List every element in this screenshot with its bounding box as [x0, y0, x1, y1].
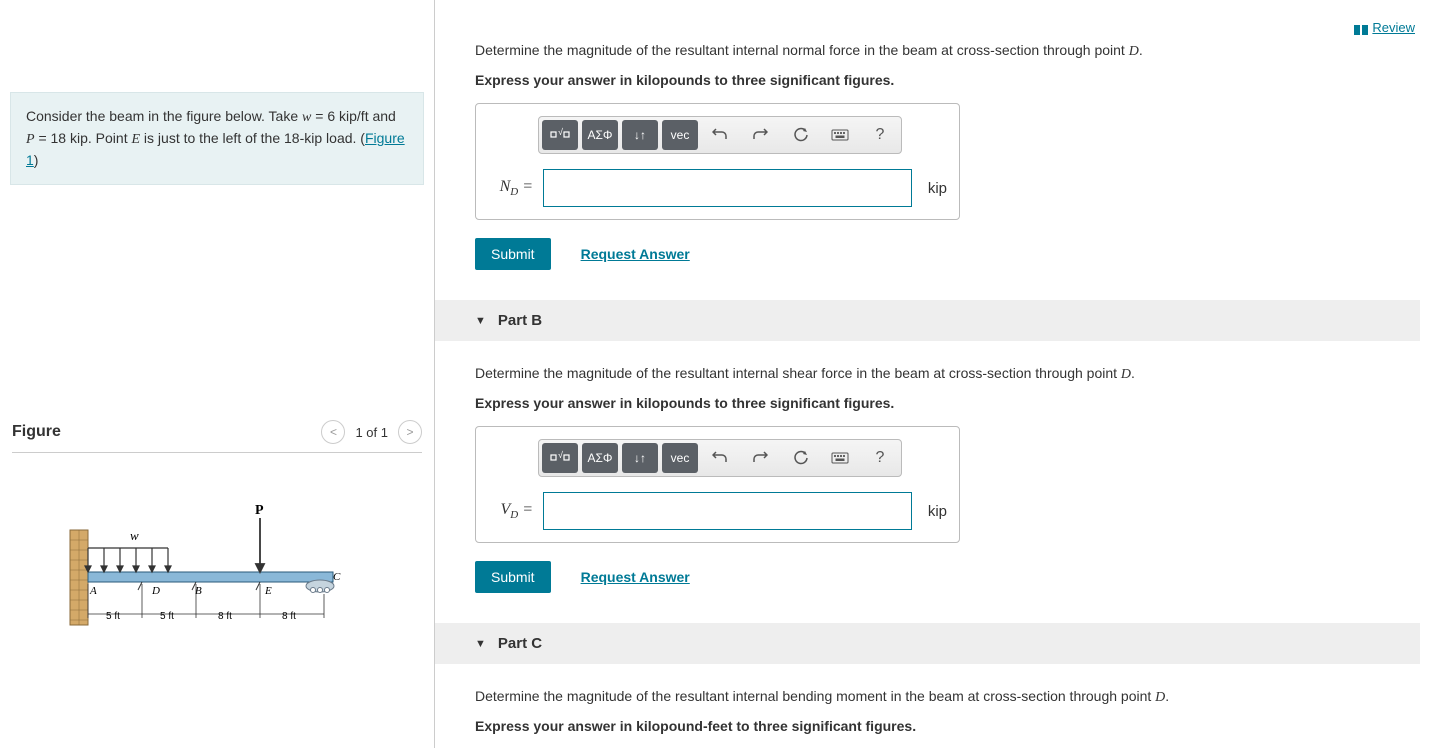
part-b-answer-box: √ ΑΣΦ ↓↑ vec ? VD = kip — [475, 426, 960, 543]
figure-title: Figure — [12, 423, 61, 441]
dim-3: 8 ft — [218, 611, 232, 622]
request-answer-b[interactable]: Request Answer — [581, 569, 690, 585]
label-p: P — [255, 503, 264, 518]
part-c-express: Express your answer in kilopound-feet to… — [475, 718, 1420, 734]
part-a-unit: kip — [928, 180, 947, 197]
review-icon — [1354, 23, 1368, 33]
greek-button[interactable]: ΑΣΦ — [582, 443, 618, 473]
toolbar-b: √ ΑΣΦ ↓↑ vec ? — [538, 439, 902, 477]
var-w: w — [302, 110, 311, 125]
var-e: E — [131, 132, 140, 147]
part-b-express: Express your answer in kilopounds to thr… — [475, 395, 1420, 411]
review-link[interactable]: Review — [1354, 20, 1415, 35]
templates-button[interactable]: √ — [542, 443, 578, 473]
part-b-prompt: Determine the magnitude of the resultant… — [475, 363, 1420, 385]
redo-button[interactable] — [742, 120, 778, 150]
label-e: E — [264, 585, 272, 597]
subscript-button[interactable]: ↓↑ — [622, 120, 658, 150]
collapse-icon: ▼ — [475, 638, 486, 650]
subscript-button[interactable]: ↓↑ — [622, 443, 658, 473]
svg-text:√: √ — [558, 127, 563, 137]
part-a-express: Express your answer in kilopounds to thr… — [475, 72, 1420, 88]
beam-diagram: w P A D B E C 5 ft 5 ft 8 ft — [60, 500, 360, 640]
undo-button[interactable] — [702, 120, 738, 150]
part-b-input[interactable] — [543, 492, 912, 530]
part-b-var-label: VD = — [488, 501, 533, 521]
label-c: C — [333, 571, 341, 583]
label-d: D — [151, 585, 160, 597]
part-c-prompt: Determine the magnitude of the resultant… — [475, 686, 1420, 708]
dim-4: 8 ft — [282, 611, 296, 622]
part-b-unit: kip — [928, 503, 947, 520]
part-c-header[interactable]: ▼ Part C — [435, 623, 1420, 664]
vec-button[interactable]: vec — [662, 443, 698, 473]
submit-button-a[interactable]: Submit — [475, 238, 551, 270]
part-b-header[interactable]: ▼ Part B — [435, 300, 1420, 341]
toolbar-a: √ ΑΣΦ ↓↑ vec ? — [538, 116, 902, 154]
figure-header: Figure < 1 of 1 > — [12, 420, 422, 453]
figure-next-button[interactable]: > — [398, 420, 422, 444]
dim-1: 5 ft — [106, 611, 120, 622]
figure-prev-button[interactable]: < — [321, 420, 345, 444]
problem-statement: Consider the beam in the figure below. T… — [10, 92, 424, 185]
templates-button[interactable]: √ — [542, 120, 578, 150]
reset-button[interactable] — [782, 443, 818, 473]
label-a: A — [89, 585, 97, 597]
undo-button[interactable] — [702, 443, 738, 473]
part-b-title: Part B — [498, 312, 542, 329]
collapse-icon: ▼ — [475, 315, 486, 327]
dim-2: 5 ft — [160, 611, 174, 622]
figure-page-indicator: 1 of 1 — [355, 425, 388, 440]
part-a-var-label: ND = — [488, 178, 533, 198]
reset-button[interactable] — [782, 120, 818, 150]
redo-button[interactable] — [742, 443, 778, 473]
part-a-prompt: Determine the magnitude of the resultant… — [475, 40, 1420, 62]
part-a-answer-box: √ ΑΣΦ ↓↑ vec ? ND = kip — [475, 103, 960, 220]
part-c-title: Part C — [498, 635, 542, 652]
part-a-input[interactable] — [543, 169, 912, 207]
submit-button-b[interactable]: Submit — [475, 561, 551, 593]
label-w: w — [130, 528, 139, 543]
greek-button[interactable]: ΑΣΦ — [582, 120, 618, 150]
keyboard-button[interactable] — [822, 120, 858, 150]
help-button[interactable]: ? — [862, 120, 898, 150]
vec-button[interactable]: vec — [662, 120, 698, 150]
problem-text: Consider the beam in the figure below. T… — [26, 108, 302, 124]
help-button[interactable]: ? — [862, 443, 898, 473]
svg-text:√: √ — [558, 450, 563, 460]
keyboard-button[interactable] — [822, 443, 858, 473]
request-answer-a[interactable]: Request Answer — [581, 246, 690, 262]
var-p: P — [26, 132, 35, 147]
